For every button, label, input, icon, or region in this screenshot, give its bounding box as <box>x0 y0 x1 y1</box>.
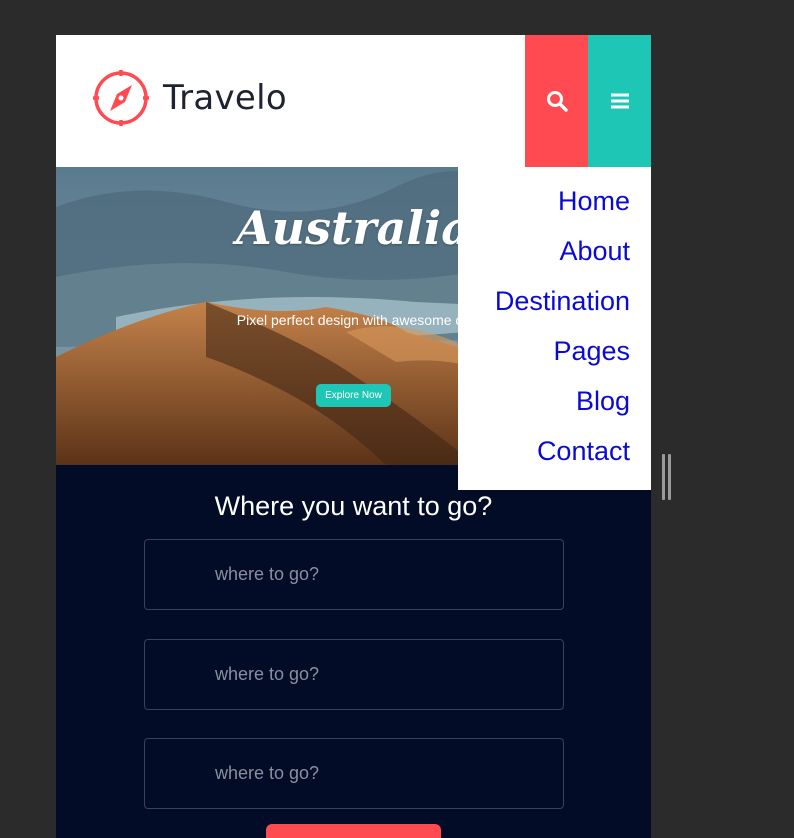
hamburger-menu-icon <box>610 93 629 109</box>
destination-input-3[interactable] <box>145 739 563 808</box>
search-heading: Where you want to go? <box>214 491 493 521</box>
destination-field-2 <box>144 639 564 710</box>
viewport-resize-handle[interactable] <box>662 454 672 500</box>
destination-field-1 <box>144 539 564 610</box>
site-header: Travelo <box>56 35 651 167</box>
destination-search-section: Where you want to go? <box>56 465 651 838</box>
nav-link-blog[interactable]: Blog <box>458 376 651 426</box>
nav-link-pages[interactable]: Pages <box>458 326 651 376</box>
nav-link-destination[interactable]: Destination <box>458 276 651 326</box>
nav-link-contact[interactable]: Contact <box>458 426 651 476</box>
search-icon <box>546 91 568 112</box>
browser-viewport: Travelo Australia Pixel perfect design w… <box>56 35 651 838</box>
destination-input-1[interactable] <box>145 540 563 609</box>
resize-grip-bar <box>662 454 665 500</box>
site-logo[interactable]: Travelo <box>92 68 287 128</box>
menu-toggle-button[interactable] <box>588 35 651 167</box>
nav-link-about[interactable]: About <box>458 226 651 276</box>
nav-dropdown-menu: Home About Destination Pages Blog Contac… <box>458 167 651 490</box>
search-submit-button[interactable] <box>266 824 441 838</box>
compass-icon <box>93 70 149 126</box>
nav-link-home[interactable]: Home <box>458 176 651 226</box>
resize-grip-bar <box>668 454 671 500</box>
brand-name: Travelo <box>163 78 287 118</box>
destination-input-2[interactable] <box>145 640 563 709</box>
destination-field-3 <box>144 738 564 809</box>
search-button[interactable] <box>525 35 588 167</box>
explore-now-button[interactable]: Explore Now <box>316 384 391 407</box>
